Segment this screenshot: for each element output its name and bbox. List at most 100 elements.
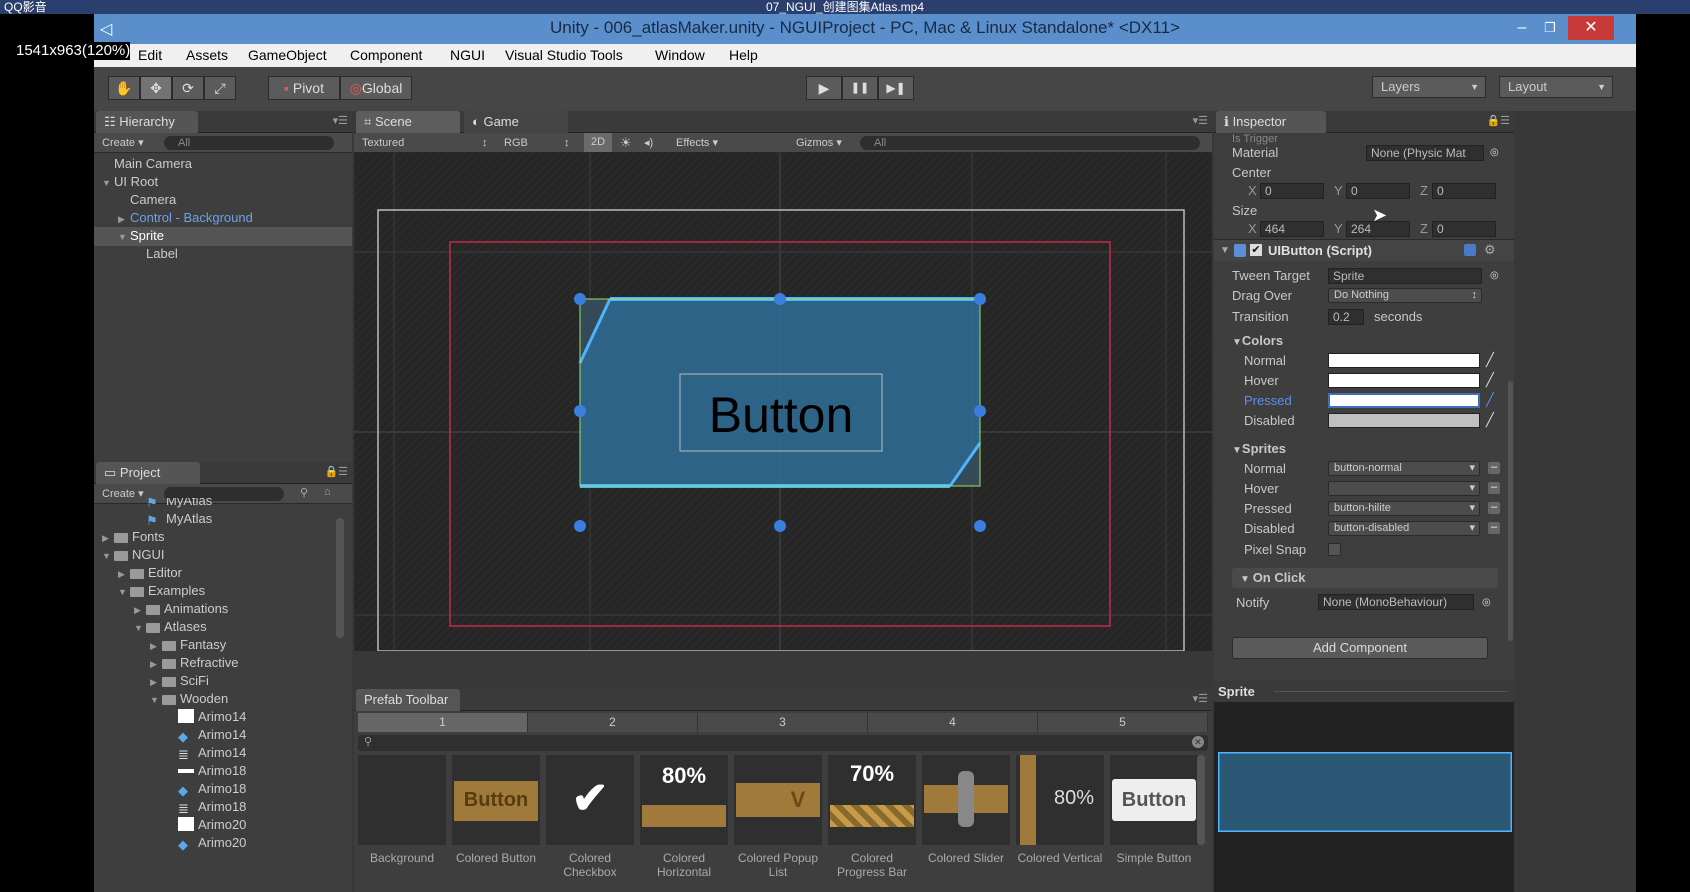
resize-handle[interactable] bbox=[974, 405, 986, 417]
tab-prefab-toolbar[interactable]: Prefab Toolbar bbox=[356, 689, 460, 711]
object-picker-icon[interactable]: ◎ bbox=[1490, 146, 1504, 160]
menu-visual-studio-tools[interactable]: Visual Studio Tools bbox=[505, 47, 623, 63]
scene-search-input[interactable]: All bbox=[860, 136, 1200, 150]
foldout-arrow-icon[interactable]: ▼ bbox=[134, 619, 146, 637]
project-item[interactable]: ▼ NGUI bbox=[94, 546, 334, 565]
material-field[interactable]: None (Physic Mat bbox=[1366, 145, 1484, 161]
foldout-arrow-icon[interactable]: ▶ bbox=[102, 529, 114, 547]
hierarchy-item[interactable]: Camera bbox=[94, 191, 352, 209]
hierarchy-item[interactable]: ▼ UI Root bbox=[94, 173, 352, 192]
project-item[interactable]: ⚑ MyAtlas bbox=[94, 510, 334, 530]
center-x-field[interactable]: 0 bbox=[1260, 183, 1324, 199]
tab-inspector[interactable]: ℹ Inspector bbox=[1216, 111, 1326, 133]
sprite-pressed-dropdown[interactable]: button-hilite ▾ bbox=[1328, 501, 1480, 516]
project-item[interactable]: ▼ Wooden bbox=[94, 690, 334, 709]
play-button[interactable]: ▶ bbox=[806, 76, 842, 100]
draw-mode-dropdown[interactable]: Textured ↕ bbox=[362, 135, 492, 151]
step-button[interactable]: ▶❚ bbox=[878, 76, 914, 100]
color-normal-swatch[interactable] bbox=[1328, 353, 1480, 368]
layers-dropdown[interactable]: Layers ▼ bbox=[1372, 76, 1486, 98]
foldout-arrow-icon[interactable]: ▼ bbox=[102, 174, 114, 192]
minimize-button[interactable]: – bbox=[1512, 16, 1532, 40]
project-item[interactable]: ▶ Refractive bbox=[94, 654, 334, 673]
project-item[interactable]: ≣ Arimo18 bbox=[94, 798, 334, 818]
object-picker-icon[interactable]: ◎ bbox=[1490, 269, 1504, 283]
transition-field[interactable]: 0.2 bbox=[1328, 309, 1364, 325]
prefab-page-4[interactable]: 4 bbox=[868, 713, 1038, 732]
render-mode-dropdown[interactable]: RGB ↕ bbox=[504, 135, 574, 151]
menu-component[interactable]: Component bbox=[350, 47, 422, 63]
project-item[interactable]: ▶ Fonts bbox=[94, 528, 334, 547]
panel-menu-icon[interactable]: ▾☰ bbox=[333, 114, 348, 127]
menu-window[interactable]: Window bbox=[655, 47, 705, 63]
notify-field[interactable]: None (MonoBehaviour) bbox=[1318, 594, 1474, 610]
color-pressed-swatch[interactable] bbox=[1328, 393, 1480, 408]
uibutton-component-header[interactable]: ▼ ✔ UIButton (Script) ⚙ bbox=[1214, 239, 1514, 261]
enabled-checkbox[interactable]: ✔ bbox=[1250, 244, 1262, 256]
eyedropper-icon[interactable]: ╱ bbox=[1486, 393, 1500, 407]
menu-edit[interactable]: Edit bbox=[138, 47, 162, 63]
effects-dropdown[interactable]: Effects ▾ bbox=[676, 135, 718, 151]
project-item[interactable]: ◆ Arimo14 bbox=[94, 726, 334, 746]
remove-sprite-button[interactable]: – bbox=[1488, 482, 1500, 494]
hierarchy-item[interactable]: Label bbox=[94, 245, 352, 263]
filter-label-icon[interactable]: ⌂ bbox=[324, 486, 331, 498]
size-z-field[interactable]: 0 bbox=[1432, 221, 1496, 237]
prefab-search-input[interactable]: ⚲ ✕ bbox=[358, 735, 1208, 751]
foldout-arrow-icon[interactable]: ▶ bbox=[150, 637, 162, 655]
menu-help[interactable]: Help bbox=[729, 47, 758, 63]
foldout-arrow-icon[interactable]: ▶ bbox=[134, 601, 146, 619]
foldout-arrow-icon[interactable]: ▶ bbox=[118, 565, 130, 583]
close-button[interactable]: ✕ bbox=[1568, 16, 1614, 40]
lighting-toggle-icon[interactable]: ☀ bbox=[620, 135, 632, 151]
scene-canvas[interactable]: Button bbox=[354, 153, 1212, 651]
sprite-normal-dropdown[interactable]: button-normal ▾ bbox=[1328, 461, 1480, 476]
layout-dropdown[interactable]: Layout ▼ bbox=[1499, 76, 1613, 98]
project-item[interactable]: ≣ Arimo14 bbox=[94, 744, 334, 764]
panel-menu-icon[interactable]: 🔒☰ bbox=[1486, 114, 1510, 127]
center-z-field[interactable]: 0 bbox=[1432, 183, 1496, 199]
mode-2d-toggle[interactable]: 2D bbox=[584, 133, 612, 152]
tween-target-field[interactable]: Sprite bbox=[1328, 268, 1482, 284]
audio-toggle-icon[interactable]: ◂) bbox=[644, 135, 653, 151]
project-item[interactable]: ▶ Animations bbox=[94, 600, 334, 619]
prefab-scrollbar[interactable] bbox=[1197, 755, 1205, 845]
foldout-arrow-icon[interactable]: ▼ bbox=[118, 228, 130, 246]
foldout-arrow-icon[interactable]: ▶ bbox=[150, 673, 162, 691]
drag-over-dropdown[interactable]: Do Nothing ↕ bbox=[1328, 288, 1482, 303]
restore-button[interactable]: ❐ bbox=[1540, 16, 1560, 40]
pause-button[interactable]: ❚❚ bbox=[842, 76, 878, 100]
on-click-header[interactable]: ▼ On Click bbox=[1232, 568, 1498, 588]
add-component-button[interactable]: Add Component bbox=[1232, 637, 1488, 659]
gear-icon[interactable]: ⚙ bbox=[1484, 242, 1496, 258]
colors-section[interactable]: ▼Colors bbox=[1232, 333, 1283, 351]
resize-handle[interactable] bbox=[574, 405, 586, 417]
foldout-arrow-icon[interactable]: ▶ bbox=[118, 210, 130, 228]
foldout-arrow-icon[interactable]: ▼ bbox=[102, 547, 114, 565]
resize-handle[interactable] bbox=[774, 293, 786, 305]
move-tool-icon[interactable]: ✥ bbox=[140, 76, 172, 100]
panel-menu-icon[interactable]: ▾☰ bbox=[1193, 692, 1208, 705]
menu-assets[interactable]: Assets bbox=[186, 47, 228, 63]
remove-sprite-button[interactable]: – bbox=[1488, 502, 1500, 514]
project-item[interactable]: ▼ Atlases bbox=[94, 618, 334, 637]
size-x-field[interactable]: 464 bbox=[1260, 221, 1324, 237]
hierarchy-item[interactable]: Main Camera bbox=[94, 155, 352, 173]
panel-menu-icon[interactable]: 🔒☰ bbox=[324, 465, 348, 478]
remove-sprite-button[interactable]: – bbox=[1488, 462, 1500, 474]
project-item[interactable]: ◆ Arimo18 bbox=[94, 780, 334, 800]
panel-menu-icon[interactable]: ▾☰ bbox=[1193, 114, 1208, 127]
prefab-page-5[interactable]: 5 bbox=[1038, 713, 1208, 732]
tab-hierarchy[interactable]: ☷ Hierarchy bbox=[96, 111, 198, 133]
resize-handle[interactable] bbox=[974, 293, 986, 305]
prefab-page-2[interactable]: 2 bbox=[528, 713, 698, 732]
hand-tool-icon[interactable]: ✋ bbox=[108, 76, 140, 100]
center-y-field[interactable]: 0 bbox=[1346, 183, 1410, 199]
resize-handle[interactable] bbox=[574, 520, 586, 532]
tab-project[interactable]: ▭ Project bbox=[96, 462, 200, 484]
project-item[interactable]: ▼ Examples bbox=[94, 582, 334, 601]
foldout-arrow-icon[interactable]: ▼ bbox=[150, 691, 162, 709]
resize-handle[interactable] bbox=[974, 520, 986, 532]
object-picker-icon[interactable]: ◎ bbox=[1482, 596, 1496, 610]
prefab-page-3[interactable]: 3 bbox=[698, 713, 868, 732]
